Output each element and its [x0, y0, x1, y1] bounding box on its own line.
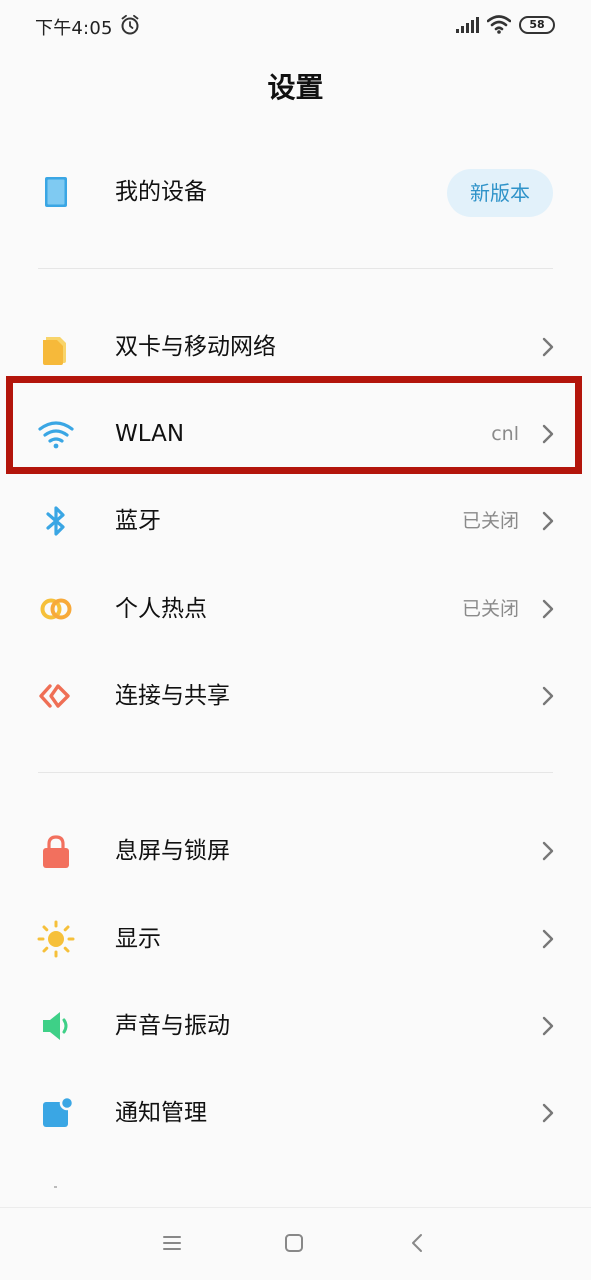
hotspot-label: 个人热点	[115, 596, 207, 622]
status-time: 下午4:05	[35, 18, 113, 39]
chevron-right-icon	[542, 599, 554, 619]
chevron-right-icon	[542, 686, 554, 706]
lock-icon	[43, 835, 69, 868]
partial-row-hint	[54, 1186, 57, 1188]
chevron-right-icon	[542, 511, 554, 531]
chevron-right-icon	[542, 1016, 554, 1036]
settings-row-hotspot[interactable]: 个人热点 已关闭	[0, 565, 591, 653]
notification-icon	[43, 1095, 75, 1127]
bluetooth-label: 蓝牙	[115, 508, 161, 534]
share-icon	[39, 684, 70, 708]
sun-icon	[37, 920, 75, 958]
navigation-bar	[0, 1207, 591, 1280]
settings-row-lock-screen[interactable]: 息屏与锁屏	[0, 807, 591, 895]
chevron-right-icon	[542, 1103, 554, 1123]
new-version-badge[interactable]: 新版本	[447, 169, 553, 217]
speaker-icon	[43, 1012, 68, 1040]
alarm-icon	[121, 14, 139, 35]
settings-row-bluetooth[interactable]: 蓝牙 已关闭	[0, 477, 591, 565]
chevron-right-icon	[542, 841, 554, 861]
battery-icon: 58	[519, 16, 555, 34]
connection-sharing-label: 连接与共享	[115, 683, 230, 709]
chevron-right-icon	[542, 424, 554, 444]
status-bar: 下午4:05 58	[0, 0, 591, 52]
settings-row-connection-sharing[interactable]: 连接与共享	[0, 652, 591, 740]
chevron-right-icon	[542, 929, 554, 949]
home-icon[interactable]	[281, 1230, 307, 1256]
bluetooth-icon	[46, 506, 65, 536]
settings-row-display[interactable]: 显示	[0, 895, 591, 983]
wifi-status-icon	[487, 15, 511, 34]
display-label: 显示	[115, 926, 161, 952]
wlan-label: WLAN	[115, 421, 185, 447]
lock-screen-label: 息屏与锁屏	[115, 838, 230, 864]
wlan-value: cnl	[491, 423, 519, 445]
hotspot-icon	[40, 598, 72, 620]
settings-row-sound[interactable]: 声音与振动	[0, 982, 591, 1070]
sound-label: 声音与振动	[115, 1013, 230, 1039]
back-icon[interactable]	[405, 1230, 431, 1256]
sim-card-icon	[43, 337, 66, 365]
settings-row-notifications[interactable]: 通知管理	[0, 1069, 591, 1157]
notifications-label: 通知管理	[115, 1100, 207, 1126]
settings-row-sim[interactable]: 双卡与移动网络	[0, 303, 591, 391]
hotspot-value: 已关闭	[461, 598, 519, 620]
signal-icon	[456, 17, 479, 33]
divider	[38, 268, 553, 269]
settings-row-wlan[interactable]: WLAN cnl	[0, 390, 591, 478]
menu-icon[interactable]	[159, 1230, 185, 1256]
sim-label: 双卡与移动网络	[115, 334, 276, 360]
settings-row-my-device[interactable]: 我的设备 新版本	[0, 148, 591, 236]
wifi-icon	[38, 421, 74, 449]
bluetooth-value: 已关闭	[461, 510, 519, 532]
chevron-right-icon	[542, 337, 554, 357]
my-device-label: 我的设备	[115, 179, 207, 205]
divider	[38, 772, 553, 773]
page-title: 设置	[267, 71, 324, 104]
tablet-icon	[45, 177, 67, 207]
settings-screen: 下午4:05 58 设置 我的设备 新版本 双卡与移动网络 WLAN cnl 蓝…	[0, 0, 591, 1280]
